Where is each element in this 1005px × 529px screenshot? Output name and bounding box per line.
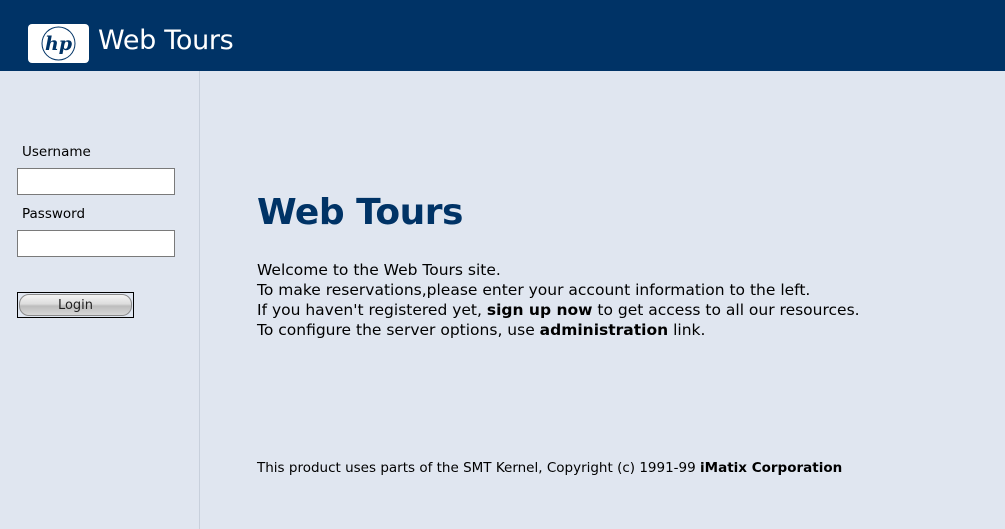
password-label: Password [22,206,86,222]
login-button-label: Login [19,294,132,316]
header-bar: hp Web Tours [0,0,1005,71]
welcome-line: Welcome to the Web Tours site. [257,261,501,279]
register-line: If you haven't registered yet, sign up n… [257,300,957,320]
admin-text-after: link. [668,321,706,339]
instructions-line: To make reservations,please enter your a… [257,281,811,299]
username-input[interactable] [17,168,175,195]
sign-up-link[interactable]: sign up now [487,301,593,319]
admin-text-before: To configure the server options, use [257,321,540,339]
page-title: Web Tours [257,192,463,233]
welcome-text: Welcome to the Web Tours site. To make r… [257,260,957,340]
app-title: Web Tours [98,25,234,56]
copyright-text: This product uses parts of the SMT Kerne… [257,460,701,476]
svg-text:hp: hp [45,33,73,55]
admin-line: To configure the server options, use adm… [257,320,957,340]
copyright-footer: This product uses parts of the SMT Kerne… [257,460,842,476]
hp-logo-icon: hp [28,24,89,63]
username-label: Username [22,144,91,160]
login-button[interactable]: Login [17,292,134,318]
password-input[interactable] [17,230,175,257]
company-name: iMatix Corporation [700,460,843,476]
register-text-after: to get access to all our resources. [592,301,860,319]
administration-link[interactable]: administration [540,321,669,339]
register-text-before: If you haven't registered yet, [257,301,487,319]
